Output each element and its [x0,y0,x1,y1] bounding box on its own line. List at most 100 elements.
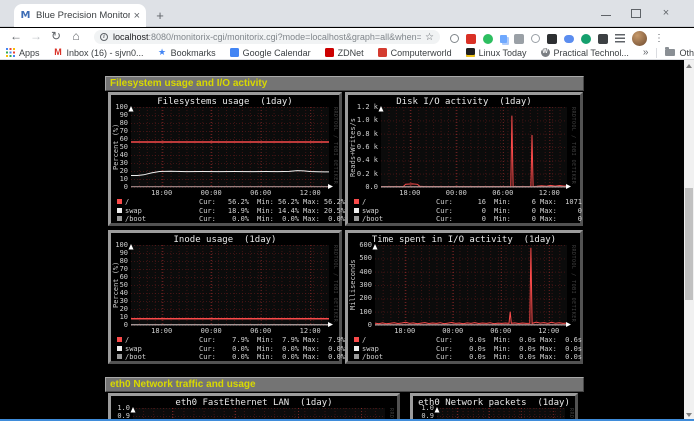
bookmark-label: Computerworld [391,48,452,58]
pages-extension-icon[interactable] [500,35,507,43]
graph-inode-usage[interactable]: Inode usage (1day)Percent (%)01020304050… [108,230,342,364]
y-tick-label: 0.4 k [348,157,378,164]
mail-extension-icon[interactable] [466,34,476,44]
page-info-icon[interactable]: i [100,33,108,41]
graph-time-spent-io[interactable]: Time spent in I/O activity (1day)Millise… [345,230,583,364]
y-tick-label: 60 [111,274,128,281]
tab-close-icon[interactable]: × [134,10,140,22]
y-tick-label: 40 [111,152,128,159]
reload-icon[interactable]: ↻ [48,29,64,43]
legend-name: / [125,198,129,206]
dark-square-extension-icon[interactable] [547,34,557,44]
graph-title: Time spent in I/O activity (1day) [348,235,580,245]
legend-swatch [354,199,359,204]
y-tick-label: 500 [348,255,372,262]
legend-cur: Cur:56.2% [199,198,249,206]
x-tick-label: 12:00 [297,328,323,335]
forward-icon[interactable]: → [28,29,44,43]
graph-disk-io-activity[interactable]: Disk I/O activity (1day)Reads+Writes/s0.… [345,92,583,226]
legend-name: swap [362,345,379,353]
scrollbar-down-icon[interactable] [686,413,692,417]
y-tick-label: 80 [111,120,128,127]
gray-square-extension-icon[interactable] [514,34,524,44]
bookmark-item[interactable]: WPractical Technol... [541,48,629,58]
browser-tab[interactable]: M Blue Precision Monitorix × [14,4,146,27]
bookmark-item[interactable]: MInbox (16) - sjvn0... [54,48,144,58]
legend-max: Max:0.6s [540,336,582,344]
y-tick-label: 30 [111,298,128,305]
media-queue-extension-icon[interactable] [615,34,625,44]
scrollbar-thumb[interactable] [685,188,693,300]
legend-min: Min:0.0% [257,353,299,361]
legend-max: Max:1071 [540,198,582,206]
y-tick-label: 400 [348,269,372,276]
legend-swatch [354,354,359,359]
bookmark-item[interactable]: ★Bookmarks [158,48,216,58]
x-tick-label: 12:00 [536,190,562,197]
green-circle-extension-icon[interactable] [581,34,591,44]
legend-cur: Cur:18.9% [199,207,249,215]
new-tab-button[interactable]: + [152,8,168,24]
y-tick-label: 300 [348,282,372,289]
graph-title: Disk I/O activity (1day) [348,97,580,107]
back-icon[interactable]: ← [8,29,24,43]
bookmark-item[interactable]: Linux Today [466,48,527,58]
graph-eth0-packets[interactable]: eth0 Network packets (1day)Packets/s1.00… [410,393,578,421]
address-bar[interactable]: i localhost:8080/monitorix-cgi/monitorix… [94,30,440,44]
x-tick-label: 18:00 [392,328,418,335]
apps-shortcut[interactable]: Apps [6,48,40,58]
y-tick-label: 0.6 k [348,144,378,151]
browser-menu-icon[interactable]: ⋮ [654,34,664,44]
x-tick-label: 00:00 [198,190,224,197]
window-close-button[interactable]: × [661,9,671,18]
bookmark-label: Linux Today [479,48,527,58]
x-tick-label: 06:00 [248,328,274,335]
graph-eth0-traffic[interactable]: eth0 FastEthernet LAN (1day)1.00.90.80.7… [108,393,400,421]
rrdtool-watermark: RRDTOOL / TOBI OETIKER [332,107,338,187]
monitorix-page: Filesystem usage and I/O activity eth0 Ne… [0,60,694,421]
browser-toolbar: ← → ↻ ⌂ i localhost:8080/monitorix-cgi/m… [0,28,694,46]
y-tick-label: 600 [348,242,372,249]
legend-max: Max:0.0s [540,345,582,353]
legend-name: / [125,336,129,344]
section-header: Filesystem usage and I/O activity [105,76,584,91]
y-tick-label: 80 [111,258,128,265]
rrdtool-watermark: RRDTOOL / TOBI OETIKER [332,245,338,325]
other-bookmarks-button[interactable]: Other bookmarks [665,48,694,58]
bookmark-item[interactable]: ZDNet [325,48,364,58]
graph-filesystems-usage[interactable]: Filesystems usage (1day)Percent (%)01020… [108,92,342,226]
eye-extension-icon[interactable] [531,34,540,43]
bookmarks-bar: Apps MInbox (16) - sjvn0... ★Bookmarks Goo… [0,46,694,60]
legend-row: /bootCur:0.0%Min:0.0%Max:0.0% [111,353,339,361]
bookmarks-overflow-icon[interactable]: » [643,47,649,58]
green-ball-extension-icon[interactable] [483,34,493,44]
search-extension-icon[interactable] [450,34,459,43]
legend-name: swap [125,345,142,353]
computerworld-icon [378,48,387,57]
legend-max: Max:0.0% [303,345,345,353]
y-tick-label: 10 [111,314,128,321]
scrollbar-up-icon[interactable] [686,64,692,68]
home-icon[interactable]: ⌂ [68,29,84,43]
blue-pill-extension-icon[interactable] [564,35,574,43]
graph-title: eth0 FastEthernet LAN (1day) [111,398,397,408]
bookmark-item[interactable]: Computerworld [378,48,452,58]
page-scrollbar[interactable] [684,60,694,421]
bookmark-item[interactable]: Google Calendar [230,48,311,58]
legend-swatch [354,208,359,213]
legend-cur: Cur:7.9% [199,336,249,344]
profile-avatar[interactable] [632,31,647,46]
folder-icon [665,49,675,56]
linuxtoday-icon [466,48,475,57]
puzzle-extension-icon[interactable] [598,34,608,44]
window-maximize-button[interactable] [631,9,641,18]
window-minimize-button[interactable] [601,9,611,16]
legend-min: Min:14.4% [257,207,299,215]
rrdtool-watermark: RRDTOOL / TOBI OETIKER [570,107,576,187]
bookmark-star-icon[interactable]: ☆ [425,32,434,43]
x-tick-label: 06:00 [490,190,516,197]
y-tick-label: 0 [111,322,128,329]
y-tick-label: 90 [111,112,128,119]
x-tick-label: 06:00 [488,328,514,335]
legend-cur: Cur:0.0s [436,353,486,361]
